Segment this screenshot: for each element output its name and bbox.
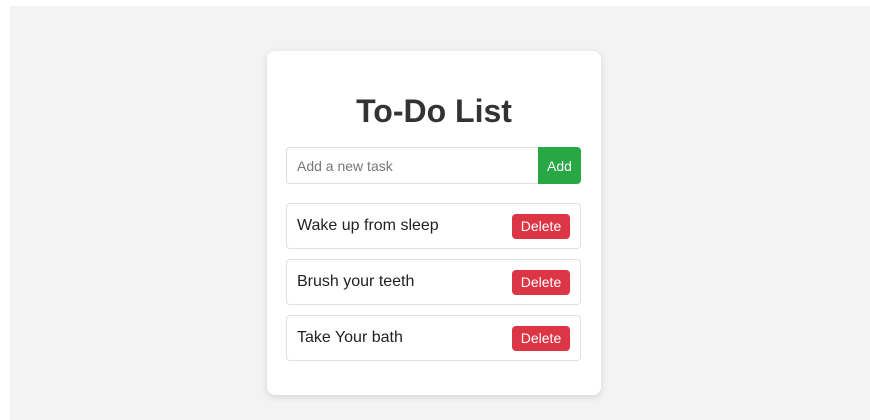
add-task-form: Add — [286, 147, 581, 184]
new-task-input[interactable] — [286, 147, 538, 184]
page-title: To-Do List — [356, 93, 512, 129]
delete-task-button[interactable]: Delete — [512, 213, 570, 239]
task-text: Brush your teeth — [297, 273, 415, 290]
page-background: To-Do List Add Wake up from sleep Delete… — [10, 6, 870, 420]
task-item: Brush your teeth Delete — [286, 259, 581, 305]
delete-task-button[interactable]: Delete — [512, 269, 570, 295]
task-list: Wake up from sleep Delete Brush your tee… — [286, 203, 581, 371]
task-text: Wake up from sleep — [297, 217, 439, 234]
task-item: Wake up from sleep Delete — [286, 203, 581, 249]
task-text: Take Your bath — [297, 329, 403, 346]
todo-card: To-Do List Add Wake up from sleep Delete… — [267, 51, 601, 395]
task-item: Take Your bath Delete — [286, 315, 581, 361]
add-task-button[interactable]: Add — [538, 147, 581, 184]
delete-task-button[interactable]: Delete — [512, 325, 570, 351]
